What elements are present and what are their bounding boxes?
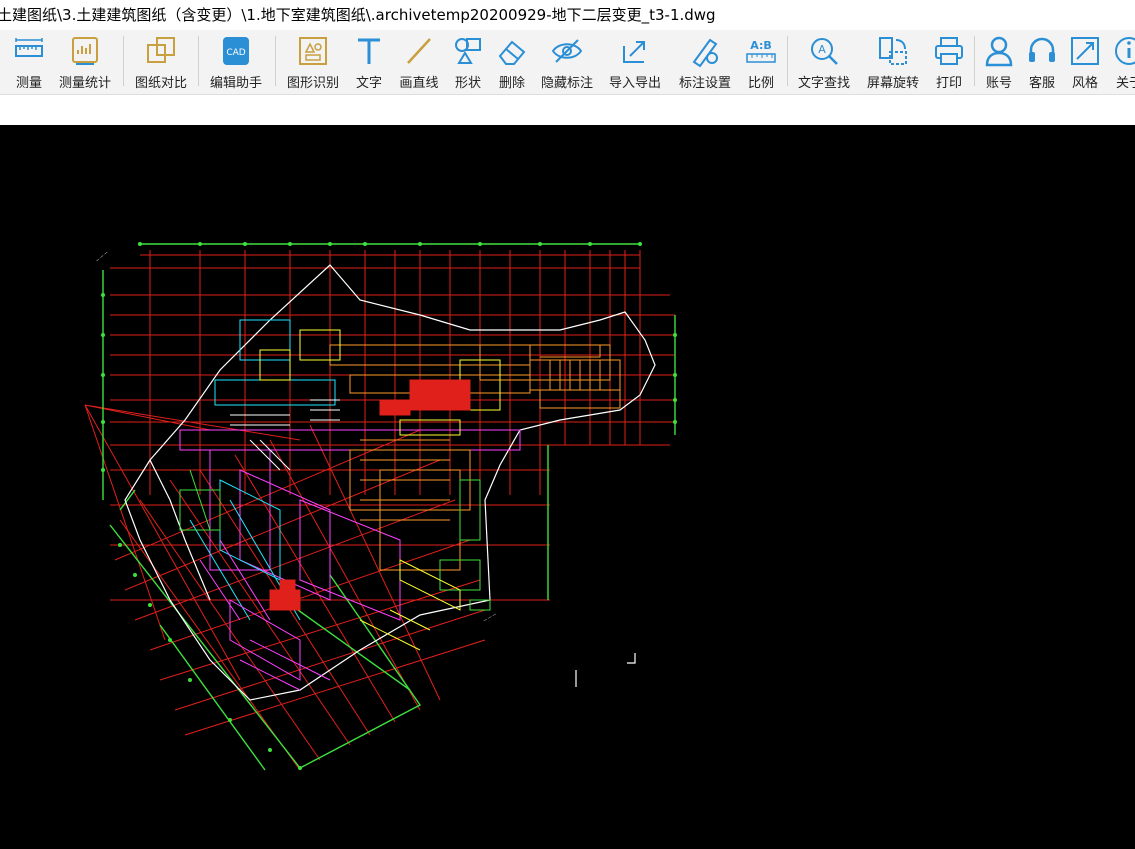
cad-edit-icon: CAD	[223, 37, 249, 65]
measure-label: 测量	[15, 76, 42, 91]
window-title: 土建图纸\3.土建建筑图纸（含变更）\1.地下室建筑图纸\.archivetem…	[0, 6, 716, 24]
toolbar-divider	[198, 36, 199, 86]
text-search-icon: A	[811, 38, 838, 65]
svg-text:CAD: CAD	[226, 48, 245, 58]
shape-recognize-label: 图形识别	[286, 76, 339, 91]
annotation-settings-button[interactable]: 标注设置	[676, 30, 734, 94]
cad-drawing: — — — — — —	[84, 242, 677, 771]
delete-label: 删除	[498, 76, 525, 91]
svg-text:— — —: — — —	[94, 250, 108, 263]
measure-stats-button[interactable]: 测量统计	[56, 30, 114, 94]
rotate-screen-icon	[879, 37, 907, 65]
compare-icon	[147, 37, 175, 63]
main-toolbar: 测量 测量统计 图纸对比 CAD 编辑助手 图形识别 文字 画直线 形状 删除 …	[0, 30, 1135, 95]
text-label: 文字	[355, 76, 382, 91]
support-label: 客服	[1028, 76, 1055, 91]
hide-eye-icon	[551, 39, 583, 63]
toolbar-divider	[974, 36, 975, 86]
about-button[interactable]: 关于	[1111, 30, 1135, 94]
draw-line-button[interactable]: 画直线	[396, 30, 442, 94]
annotation-settings-label: 标注设置	[678, 76, 731, 91]
import-export-label: 导入导出	[608, 76, 661, 91]
compare-button[interactable]: 图纸对比	[132, 30, 190, 94]
eraser-icon	[498, 40, 526, 65]
toolbar-divider	[123, 36, 124, 86]
user-icon	[985, 36, 1013, 67]
draw-line-label: 画直线	[399, 76, 439, 91]
measure-stats-icon	[72, 37, 98, 65]
import-export-icon	[623, 41, 645, 63]
style-icon	[1071, 37, 1099, 65]
scale-button[interactable]: A:B 比例	[743, 30, 779, 94]
shape-recognize-button[interactable]: 图形识别	[284, 30, 342, 94]
grid-lines-upper	[110, 250, 675, 601]
scale-icon: A:B	[746, 39, 776, 63]
measure-stats-label: 测量统计	[58, 76, 111, 91]
ruler-icon	[15, 38, 43, 57]
about-label: 关于	[1115, 76, 1135, 91]
drawing-annotations: — — — — — —	[94, 250, 497, 623]
text-search-button[interactable]: A 文字查找	[795, 30, 853, 94]
measure-button[interactable]: 测量	[10, 30, 48, 94]
hide-annotation-label: 隐藏标注	[540, 76, 593, 91]
compare-label: 图纸对比	[134, 76, 187, 91]
style-label: 风格	[1071, 76, 1098, 91]
delete-button[interactable]: 删除	[494, 30, 530, 94]
support-button[interactable]: 客服	[1024, 30, 1060, 94]
ucs-marker	[575, 653, 636, 687]
hide-annotation-button[interactable]: 隐藏标注	[538, 30, 596, 94]
import-export-button[interactable]: 导入导出	[606, 30, 664, 94]
annotation-settings-icon	[692, 38, 718, 68]
account-button[interactable]: 账号	[981, 30, 1017, 94]
rotate-screen-button[interactable]: 屏幕旋转	[864, 30, 922, 94]
shape-recognize-icon	[299, 37, 327, 65]
drawing-canvas[interactable]: — — — — — —	[0, 125, 1135, 849]
print-icon	[935, 37, 963, 65]
line-icon	[407, 38, 431, 64]
window-title-bar: 土建图纸\3.土建建筑图纸（含变更）\1.地下室建筑图纸\.archivetem…	[0, 0, 1135, 30]
print-button[interactable]: 打印	[931, 30, 967, 94]
headset-icon	[1029, 37, 1055, 62]
shapes-label: 形状	[454, 76, 481, 91]
text-button[interactable]: 文字	[351, 30, 387, 94]
text-search-label: 文字查找	[797, 76, 850, 91]
svg-text:A: A	[818, 43, 826, 56]
rotate-screen-label: 屏幕旋转	[866, 76, 919, 91]
scale-label: 比例	[747, 76, 774, 91]
account-label: 账号	[985, 76, 1012, 91]
svg-text:— — —: — — —	[482, 611, 497, 623]
shapes-icon	[455, 38, 481, 64]
print-label: 打印	[935, 76, 962, 91]
style-button[interactable]: 风格	[1067, 30, 1103, 94]
document-tab-strip	[0, 95, 1135, 125]
toolbar-divider	[787, 36, 788, 86]
text-icon	[358, 38, 380, 64]
cad-edit-label: 编辑助手	[209, 76, 262, 91]
info-icon	[1115, 37, 1135, 65]
toolbar-divider	[275, 36, 276, 86]
cad-edit-button[interactable]: CAD 编辑助手	[207, 30, 265, 94]
shapes-button[interactable]: 形状	[450, 30, 486, 94]
svg-text:A:B: A:B	[750, 39, 772, 52]
